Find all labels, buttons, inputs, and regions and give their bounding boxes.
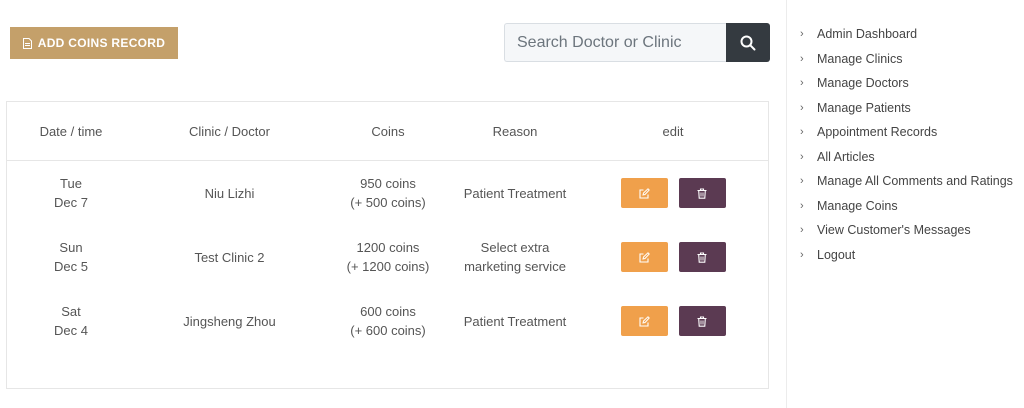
actions-cell [578,161,768,226]
add-coins-record-button[interactable]: ADD COINS RECORD [10,27,178,59]
header-coins: Coins [324,102,452,161]
chevron-right-icon: › [800,126,804,139]
reason-cell: Patient Treatment [452,289,578,353]
sidebar-item-label: Manage Coins [817,198,898,213]
chevron-right-icon: › [800,28,804,41]
header-edit: edit [578,102,768,161]
sidebar-item-manage-doctors[interactable]: › Manage Doctors [800,71,1013,96]
delete-button[interactable] [678,242,726,272]
sidebar-item-admin-dashboard[interactable]: › Admin Dashboard [800,22,1013,47]
delete-button[interactable] [678,306,726,336]
edit-icon [638,315,650,327]
coins-total: 1200 coins [356,240,420,255]
reason-line-2: marketing service [464,259,566,274]
search-input[interactable] [504,23,726,62]
coins-records-table: Date / time Clinic / Doctor Coins Reason… [7,102,768,353]
edit-button[interactable] [620,242,668,272]
admin-sidebar-nav: › Admin Dashboard › Manage Clinics › Manage… [800,22,1013,267]
coins-cell: 950 coins (+ 500 coins) [324,161,452,226]
sidebar-item-manage-comments-ratings[interactable]: › Manage All Comments and Ratings [800,169,1013,194]
edit-icon [638,251,650,263]
coins-delta: (+ 600 coins) [350,323,426,338]
chevron-right-icon: › [800,150,804,163]
sidebar-item-logout[interactable]: › Logout [800,243,1013,268]
date: Dec 7 [54,195,88,210]
search-icon [740,35,756,50]
coins-delta: (+ 1200 coins) [346,259,430,274]
sidebar-item-all-articles[interactable]: › All Articles [800,145,1013,170]
sidebar-item-appointment-records[interactable]: › Appointment Records [800,120,1013,145]
coins-cell: 600 coins (+ 600 coins) [324,289,452,353]
coins-delta: (+ 500 coins) [350,195,426,210]
header-clinic-doctor: Clinic / Doctor [135,102,324,161]
coins-records-card: Date / time Clinic / Doctor Coins Reason… [6,101,769,389]
sidebar-item-manage-patients[interactable]: › Manage Patients [800,96,1013,121]
day: Sun [59,240,83,255]
clinic-doctor-cell: Jingsheng Zhou [183,313,276,329]
chevron-right-icon: › [800,199,804,212]
coins-total: 600 coins [360,304,416,319]
date-cell: Tue Dec 7 [7,161,135,226]
chevron-right-icon: › [800,248,804,261]
sidebar-divider [786,0,787,408]
delete-button[interactable] [678,178,726,208]
table-row: Sun Dec 5 Test Clinic 2 1200 coins (+ 1200… [7,225,768,289]
table-header-row: Date / time Clinic / Doctor Coins Reason… [7,102,768,161]
sidebar-item-label: Manage Clinics [817,51,903,66]
sidebar-item-label: Manage Patients [817,100,911,115]
sidebar-item-label: Logout [817,247,856,262]
sidebar-item-label: Manage All Comments and Ratings [817,174,1013,189]
date-cell: Sat Dec 4 [7,289,135,353]
sidebar-item-label: Admin Dashboard [817,27,918,42]
clinic-doctor-cell: Test Clinic 2 [194,249,265,265]
table-row: Tue Dec 7 Niu Lizhi 950 coins (+ 500 coins… [7,161,768,226]
date: Dec 4 [54,323,88,338]
coins-total: 950 coins [360,176,416,191]
chevron-right-icon: › [800,77,804,90]
reason-cell: Select extra marketing service [452,225,578,289]
trash-icon [697,187,707,199]
reason-cell: Patient Treatment [452,161,578,226]
header-date-time: Date / time [7,102,135,161]
trash-icon [697,251,707,263]
chevron-right-icon: › [800,101,804,114]
date-cell: Sun Dec 5 [7,225,135,289]
table-row: Sat Dec 4 Jingsheng Zhou 600 coins (+ 600 … [7,289,768,353]
file-icon [22,37,32,49]
trash-icon [697,315,707,327]
edit-button[interactable] [620,178,668,208]
day: Tue [60,176,82,191]
reason-line-1: Select extra [480,240,550,255]
sidebar-item-manage-coins[interactable]: › Manage Coins [800,194,1013,219]
header-reason: Reason [452,102,578,161]
sidebar-item-customer-messages[interactable]: › View Customer's Messages [800,218,1013,243]
coins-cell: 1200 coins (+ 1200 coins) [324,225,452,289]
date: Dec 5 [54,259,88,274]
edit-button[interactable] [620,306,668,336]
actions-cell [578,289,768,353]
edit-icon [638,187,650,199]
sidebar-item-manage-clinics[interactable]: › Manage Clinics [800,47,1013,72]
sidebar-item-label: Appointment Records [817,125,938,140]
chevron-right-icon: › [800,175,804,188]
add-coins-record-label: ADD COINS RECORD [37,36,166,50]
actions-cell [578,225,768,289]
sidebar-item-label: Manage Doctors [817,76,909,91]
search-button[interactable] [726,23,770,62]
reason-line-1: Patient Treatment [463,185,567,201]
sidebar-item-label: View Customer's Messages [817,223,971,238]
clinic-doctor-cell: Niu Lizhi [204,185,255,201]
search-bar [504,23,770,62]
chevron-right-icon: › [800,224,804,237]
chevron-right-icon: › [800,52,804,65]
sidebar-item-label: All Articles [817,149,875,164]
day: Sat [61,304,81,319]
reason-line-1: Patient Treatment [463,313,567,329]
